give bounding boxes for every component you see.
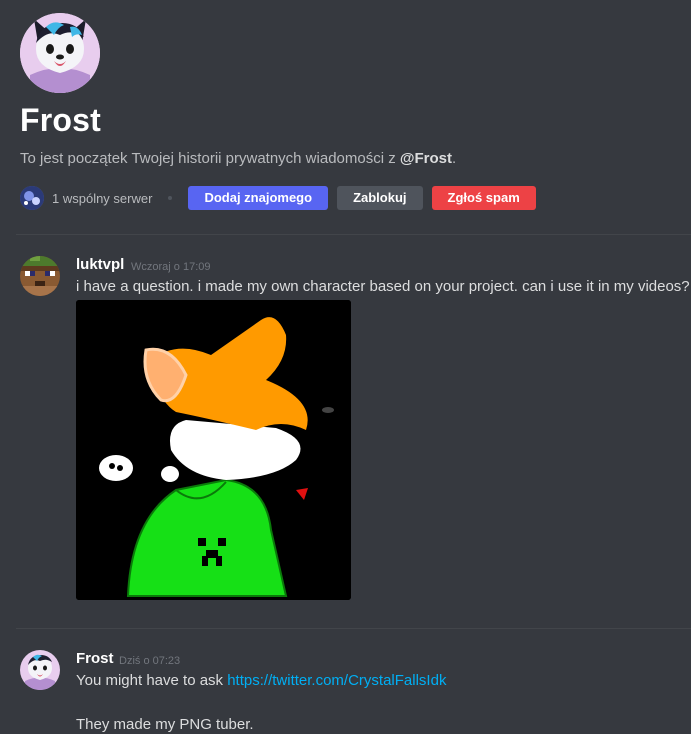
pixel-avatar-art [20,256,60,296]
twitter-link[interactable]: https://twitter.com/CrystalFallsIdk [227,672,446,689]
fox-avatar-small-art [20,650,60,690]
message-timestamp: Dziś o 07:23 [119,655,181,667]
frost-avatar[interactable] [20,650,60,690]
report-spam-button[interactable]: Zgłoś spam [431,186,536,210]
separator-dot [168,196,173,200]
add-friend-button[interactable]: Dodaj znajomego [188,186,329,210]
fox-character-drawing [76,300,351,600]
user-avatar[interactable] [20,256,60,296]
message-text-line2: They made my PNG tuber. [76,716,254,733]
divider [16,234,691,235]
fox-avatar-art [20,13,100,93]
dm-intro-text: To jest początek Twojej historii prywatn… [20,150,456,167]
message-text-prefix: You might have to ask [76,672,228,689]
message-text: You might have to ask https://twitter.co… [76,672,446,689]
page-title: Frost [20,102,101,138]
message-username[interactable]: Frost [76,650,114,667]
divider [16,628,691,629]
image-attachment[interactable] [76,300,351,600]
block-button[interactable]: Zablokuj [337,186,423,210]
profile-avatar[interactable] [20,13,100,93]
intro-mention[interactable]: @Frost [400,150,452,167]
intro-prefix: To jest początek Twojej historii prywatn… [20,150,400,167]
mutual-servers-label[interactable]: 1 wspólny serwer [52,191,152,206]
message-text: i have a question. i made my own charact… [76,278,690,295]
intro-suffix: . [452,150,457,167]
profile-actions: 1 wspólny serwer Dodaj znajomego Zabloku… [20,186,545,210]
message-username[interactable]: luktvpl [76,256,124,273]
message-timestamp: Wczoraj o 17:09 [131,261,211,273]
server-icon-art [20,186,44,210]
mutual-server-icon[interactable] [20,186,44,210]
